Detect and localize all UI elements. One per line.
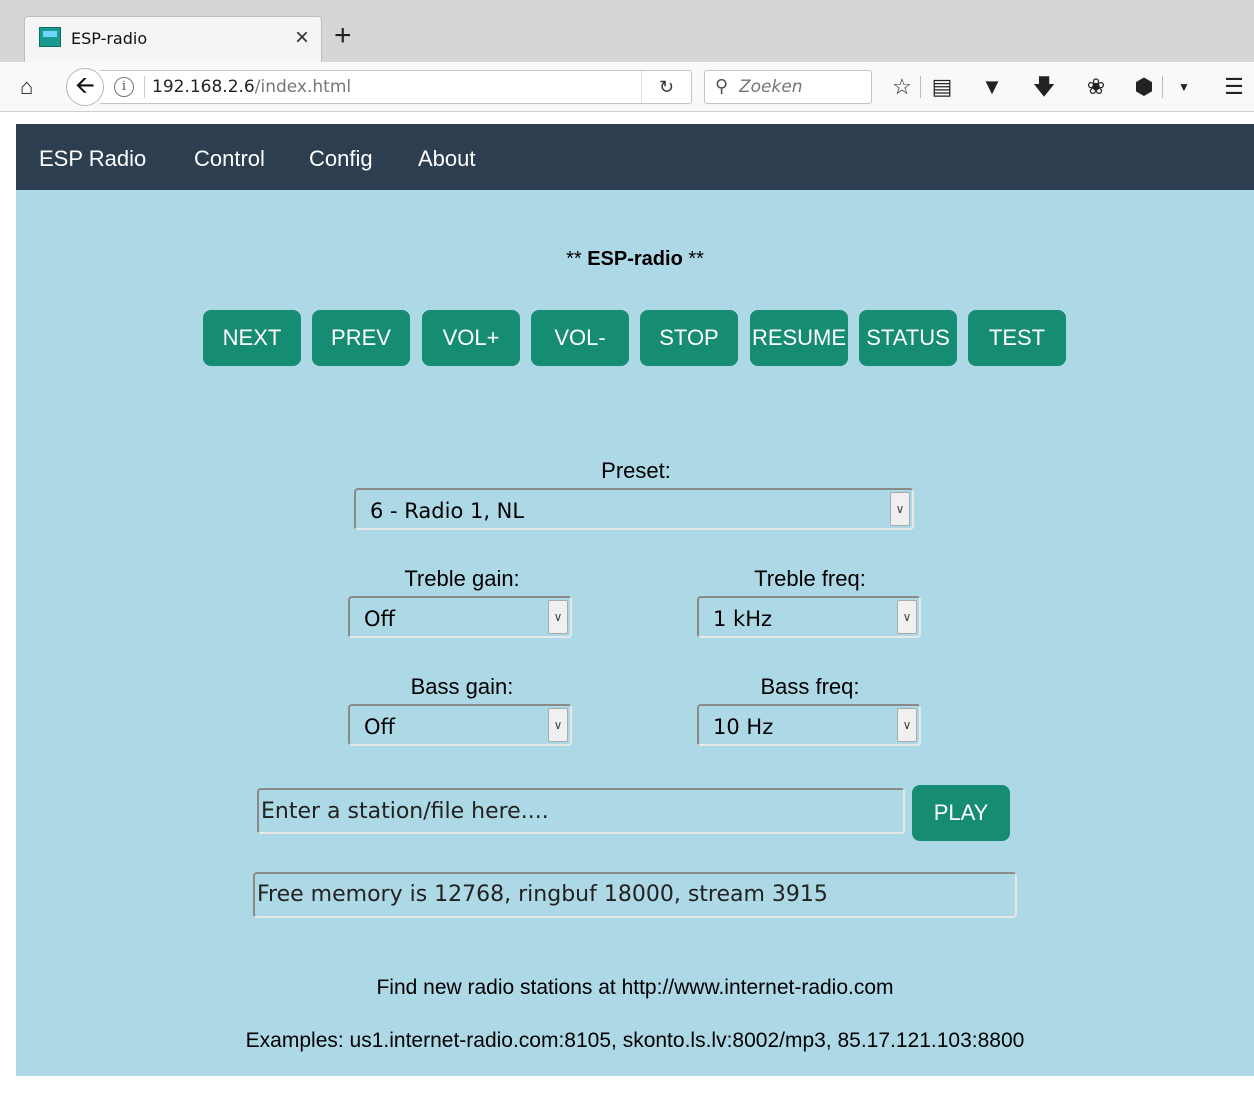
page-content: ESP Radio Control Config About ** ESP-ra…	[16, 124, 1254, 1076]
chevron-down-icon: ∨	[548, 708, 568, 742]
preset-select-value: 6 - Radio 1, NL	[370, 499, 525, 523]
tab-close-icon[interactable]: ×	[295, 23, 309, 53]
status-output: Free memory is 12768, ringbuf 18000, str…	[253, 872, 1017, 918]
page-title: ** ESP-radio **	[566, 248, 704, 270]
bookmark-star-icon[interactable]: ☆	[888, 74, 916, 100]
reload-icon[interactable]: ↻	[641, 71, 691, 103]
treble-freq-value: 1 kHz	[713, 607, 773, 631]
resume-button[interactable]: RESUME	[750, 310, 848, 366]
browser-toolbar: ⌂ i 192.168.2.6/index.html ↻ 🡨 ⚲ ☆ ▤ ▼ 🡇…	[0, 62, 1254, 112]
tab-strip: ESP-radio × +	[0, 0, 1254, 62]
home-icon[interactable]: ⌂	[20, 74, 33, 100]
preset-select[interactable]: 6 - Radio 1, NL ∨	[354, 488, 914, 530]
treble-gain-select[interactable]: Off ∨	[348, 596, 572, 638]
find-stations-text: Find new radio stations at http://www.in…	[376, 976, 894, 999]
back-arrow-icon[interactable]: 🡨	[66, 68, 104, 106]
menu-hamburger-icon[interactable]: ☰	[1220, 74, 1248, 100]
treble-freq-select[interactable]: 1 kHz ∨	[697, 596, 921, 638]
volume-up-button[interactable]: VOL+	[422, 310, 520, 366]
extension-icon[interactable]: ❀	[1082, 74, 1110, 100]
nav-brand-link[interactable]: ESP Radio	[39, 146, 146, 172]
bass-freq-value: 10 Hz	[713, 715, 774, 739]
bass-freq-label: Bass freq:	[760, 674, 860, 699]
url-bar[interactable]: i 192.168.2.6/index.html ↻	[100, 70, 692, 104]
stop-button[interactable]: STOP	[640, 310, 738, 366]
reading-list-icon[interactable]: ▤	[928, 74, 956, 100]
nav-control-link[interactable]: Control	[194, 146, 265, 172]
tab-title: ESP-radio	[71, 29, 148, 48]
search-input[interactable]	[739, 76, 867, 98]
bass-gain-value: Off	[364, 715, 395, 739]
treble-gain-value: Off	[364, 607, 395, 631]
bass-gain-label: Bass gain:	[410, 674, 514, 699]
chevron-down-icon: ∨	[897, 708, 917, 742]
status-button[interactable]: STATUS	[859, 310, 957, 366]
new-tab-icon[interactable]: +	[334, 18, 352, 54]
pocket-icon[interactable]: ▼	[978, 74, 1006, 100]
examples-text: Examples: us1.internet-radio.com:8105, s…	[245, 1029, 1025, 1052]
url-text[interactable]: 192.168.2.6/index.html	[152, 77, 351, 97]
next-button[interactable]: NEXT	[203, 310, 301, 366]
toolbar-separator	[1162, 76, 1163, 98]
test-button[interactable]: TEST	[968, 310, 1066, 366]
bass-gain-select[interactable]: Off ∨	[348, 704, 572, 746]
nav-config-link[interactable]: Config	[309, 146, 373, 172]
dropdown-chevron-icon[interactable]: ▼	[1170, 74, 1198, 100]
station-input[interactable]	[257, 788, 905, 834]
nav-about-link[interactable]: About	[418, 146, 476, 172]
volume-down-button[interactable]: VOL-	[531, 310, 629, 366]
url-separator	[144, 76, 145, 98]
play-button[interactable]: PLAY	[912, 785, 1010, 841]
search-icon: ⚲	[715, 76, 729, 96]
addon-hexagon-icon[interactable]: ⬢	[1130, 74, 1158, 100]
treble-gain-label: Treble gain:	[404, 566, 520, 591]
preset-label: Preset:	[601, 458, 671, 483]
prev-button[interactable]: PREV	[312, 310, 410, 366]
radio-favicon-icon	[39, 27, 61, 47]
toolbar-separator	[920, 76, 921, 98]
chevron-down-icon: ∨	[897, 600, 917, 634]
download-icon[interactable]: 🡇	[1030, 74, 1058, 100]
site-navbar: ESP Radio Control Config About	[16, 124, 1254, 190]
browser-tab[interactable]: ESP-radio ×	[24, 16, 322, 62]
bass-freq-select[interactable]: 10 Hz ∨	[697, 704, 921, 746]
info-icon[interactable]: i	[114, 77, 134, 97]
search-bar[interactable]: ⚲	[704, 70, 872, 104]
treble-freq-label: Treble freq:	[754, 566, 866, 591]
chevron-down-icon: ∨	[548, 600, 568, 634]
chevron-down-icon: ∨	[890, 492, 910, 526]
